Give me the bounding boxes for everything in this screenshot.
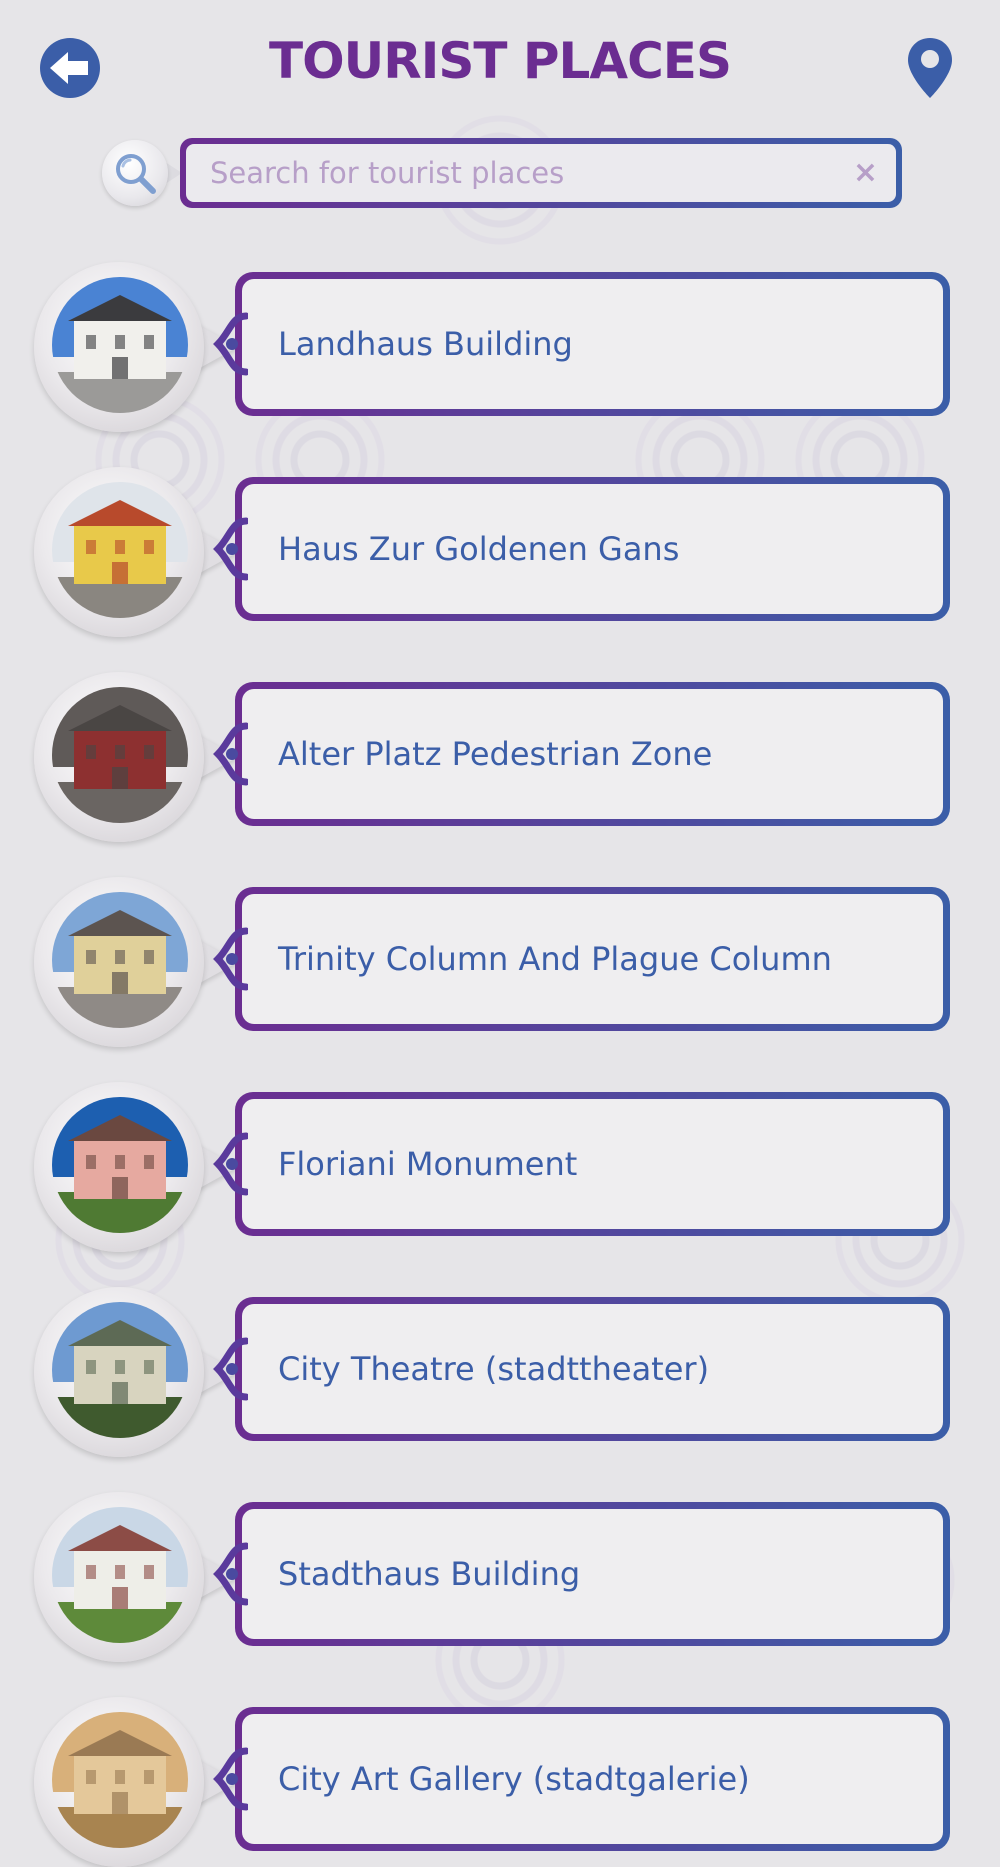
place-name-box[interactable]: Floriani Monument: [235, 1092, 950, 1236]
search-button[interactable]: [102, 140, 168, 206]
place-thumbnail[interactable]: [52, 277, 188, 413]
list-item[interactable]: Haus Zur Goldenen Gans: [0, 467, 1000, 637]
place-thumbnail[interactable]: [52, 687, 188, 823]
list-item[interactable]: Stadthaus Building: [0, 1492, 1000, 1662]
place-name-box[interactable]: Landhaus Building: [235, 272, 950, 416]
place-thumbnail[interactable]: [52, 892, 188, 1028]
place-name-box[interactable]: Stadthaus Building: [235, 1502, 950, 1646]
search-field: ×: [186, 144, 896, 202]
place-name-field: Trinity Column And Plague Column: [242, 894, 943, 1024]
place-name-field: Landhaus Building: [242, 279, 943, 409]
app-header: TOURIST PLACES: [0, 0, 1000, 135]
place-name-field: Haus Zur Goldenen Gans: [242, 484, 943, 614]
place-name: Landhaus Building: [278, 325, 573, 363]
thumbnail-frame: [34, 1697, 204, 1867]
thumbnail-frame: [34, 262, 204, 432]
place-name: Trinity Column And Plague Column: [278, 940, 832, 978]
place-name-box[interactable]: City Theatre (stadttheater): [235, 1297, 950, 1441]
list-item[interactable]: Landhaus Building: [0, 262, 1000, 432]
magnifier-icon: [116, 154, 156, 194]
place-name: City Art Gallery (stadtgalerie): [278, 1760, 750, 1798]
place-name-field: Floriani Monument: [242, 1099, 943, 1229]
connector-icon: [212, 722, 250, 786]
place-name-box[interactable]: Haus Zur Goldenen Gans: [235, 477, 950, 621]
search-bar: ×: [102, 138, 902, 208]
location-pin-icon: [908, 38, 952, 98]
place-name: Alter Platz Pedestrian Zone: [278, 735, 713, 773]
place-name: Haus Zur Goldenen Gans: [278, 530, 680, 568]
page-title: TOURIST PLACES: [269, 32, 732, 90]
place-thumbnail[interactable]: [52, 1302, 188, 1438]
place-thumbnail[interactable]: [52, 1507, 188, 1643]
place-thumbnail[interactable]: [52, 1097, 188, 1233]
place-name-box[interactable]: Alter Platz Pedestrian Zone: [235, 682, 950, 826]
search-field-frame: ×: [180, 138, 902, 208]
list-item[interactable]: City Art Gallery (stadtgalerie): [0, 1697, 1000, 1867]
list-item[interactable]: Alter Platz Pedestrian Zone: [0, 672, 1000, 842]
search-input[interactable]: [208, 155, 812, 191]
thumbnail-frame: [34, 672, 204, 842]
connector-icon: [212, 1132, 250, 1196]
thumbnail-frame: [34, 877, 204, 1047]
connector-icon: [212, 1542, 250, 1606]
connector-icon: [212, 1747, 250, 1811]
place-name-field: Alter Platz Pedestrian Zone: [242, 689, 943, 819]
thumbnail-frame: [34, 467, 204, 637]
place-name: Stadthaus Building: [278, 1555, 581, 1593]
place-name-field: Stadthaus Building: [242, 1509, 943, 1639]
thumbnail-frame: [34, 1492, 204, 1662]
location-button[interactable]: [906, 36, 954, 100]
thumbnail-frame: [34, 1082, 204, 1252]
place-thumbnail[interactable]: [52, 1712, 188, 1848]
place-name-field: City Art Gallery (stadtgalerie): [242, 1714, 943, 1844]
close-icon[interactable]: ×: [853, 158, 878, 188]
place-name: City Theatre (stadttheater): [278, 1350, 710, 1388]
connector-icon: [212, 517, 250, 581]
place-thumbnail[interactable]: [52, 482, 188, 618]
connector-icon: [212, 312, 250, 376]
place-name-field: City Theatre (stadttheater): [242, 1304, 943, 1434]
list-item[interactable]: Trinity Column And Plague Column: [0, 877, 1000, 1047]
thumbnail-frame: [34, 1287, 204, 1457]
connector-icon: [212, 927, 250, 991]
place-name-box[interactable]: City Art Gallery (stadtgalerie): [235, 1707, 950, 1851]
connector-icon: [212, 1337, 250, 1401]
place-name: Floriani Monument: [278, 1145, 578, 1183]
list-item[interactable]: City Theatre (stadttheater): [0, 1287, 1000, 1457]
list-item[interactable]: Floriani Monument: [0, 1082, 1000, 1252]
place-name-box[interactable]: Trinity Column And Plague Column: [235, 887, 950, 1031]
